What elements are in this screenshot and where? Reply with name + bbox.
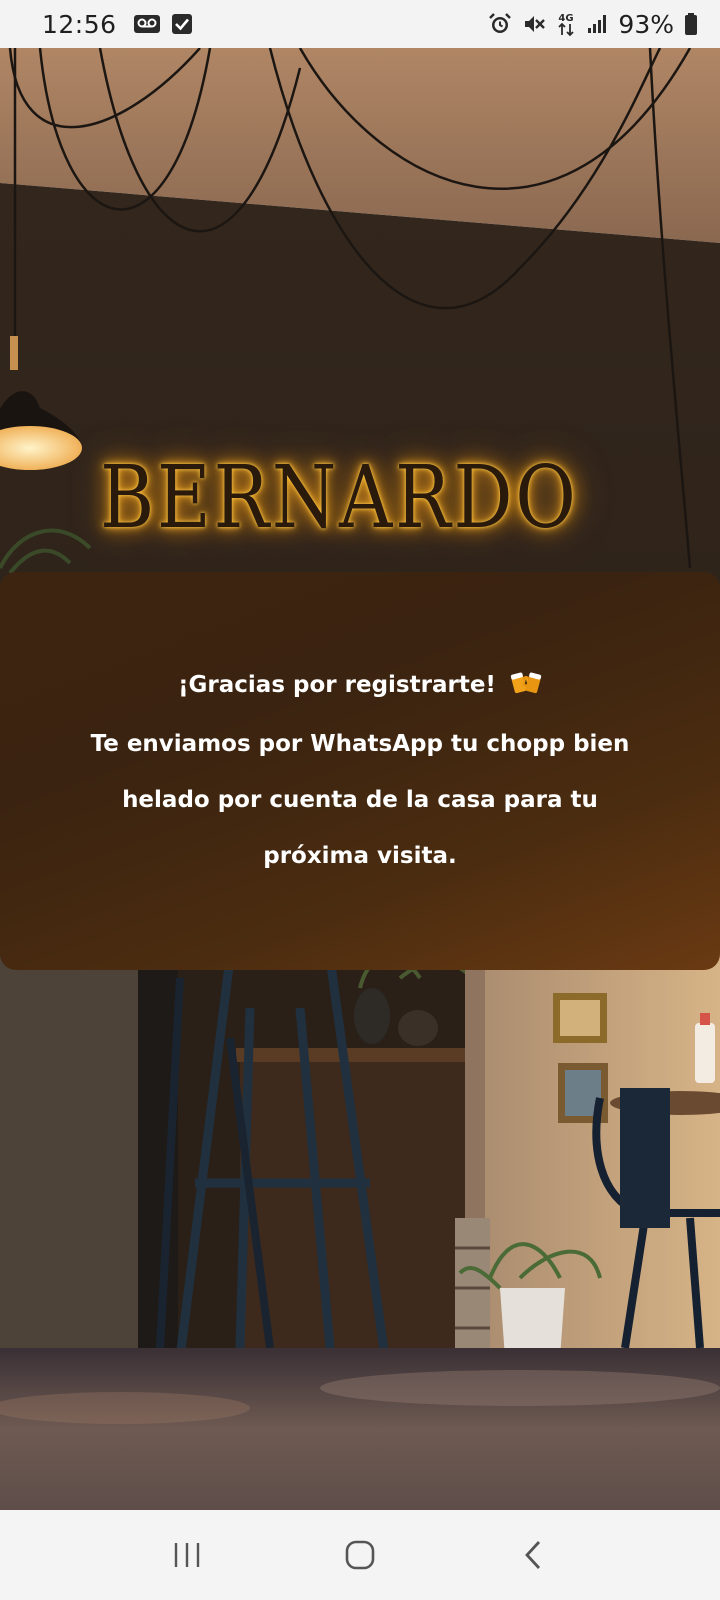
- battery-icon: [684, 12, 698, 36]
- status-bar-right: 4G 93%: [488, 10, 698, 39]
- back-button[interactable]: [503, 1525, 563, 1585]
- navigation-bar: [0, 1510, 720, 1600]
- card-title: ¡Gracias por registrarte!: [178, 672, 496, 698]
- recent-apps-button[interactable]: [157, 1525, 217, 1585]
- status-time: 12:56: [42, 9, 117, 39]
- alarm-icon: [488, 12, 512, 36]
- confirmation-card: ¡Gracias por registrarte! Te enviamos po…: [0, 572, 720, 970]
- 4g-icon: 4G: [556, 11, 576, 37]
- recent-apps-icon: [174, 1543, 199, 1567]
- voicemail-icon: [133, 13, 161, 35]
- back-icon: [525, 1541, 541, 1569]
- restaurant-sign: BERNARDO: [100, 448, 579, 548]
- signal-icon: [586, 13, 608, 35]
- card-title-row: ¡Gracias por registrarte!: [178, 658, 542, 716]
- home-icon: [345, 1540, 375, 1570]
- beer-mugs-icon: [510, 662, 542, 716]
- battery-percentage: 93%: [618, 9, 674, 39]
- mute-icon: [522, 12, 546, 36]
- status-bar-left: 12:56: [42, 10, 193, 39]
- card-message: Te enviamos por WhatsApp tu chopp bien h…: [90, 731, 630, 869]
- status-bar: 12:56 4G 93%: [0, 0, 720, 48]
- home-button[interactable]: [330, 1525, 390, 1585]
- checkbox-icon: [171, 13, 193, 35]
- network-label: 4G: [559, 13, 574, 24]
